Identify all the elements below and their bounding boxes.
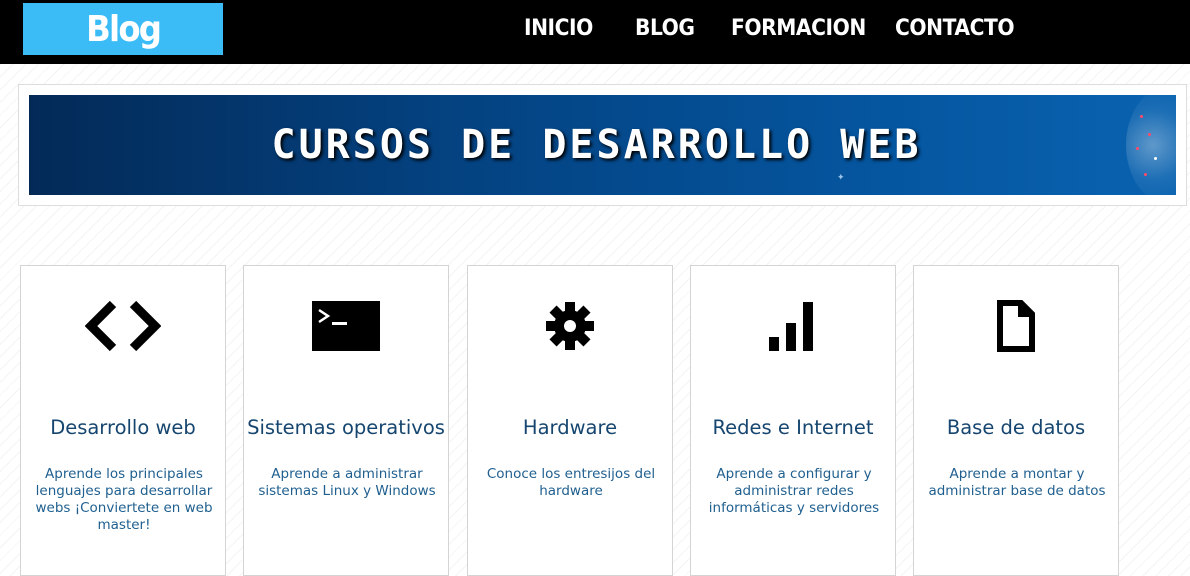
top-navigation-bar: Blog INICIO BLOG FORMACION CONTACTO: [0, 0, 1190, 64]
course-title[interactable]: Sistemas operativos: [244, 416, 448, 439]
course-title[interactable]: Hardware: [468, 416, 672, 439]
course-description: Aprende los principales lenguajes para d…: [35, 466, 213, 533]
course-card-sistemas-operativos[interactable]: Sistemas operativos Aprende a administra…: [243, 265, 449, 576]
hero-banner: ✦ CURSOS DE DESARROLLO WEB: [29, 95, 1176, 195]
course-card-desarrollo-web[interactable]: Desarrollo web Aprende los principales l…: [20, 265, 226, 576]
course-description: Conoce los entresijos del hardware: [486, 466, 656, 499]
course-title[interactable]: Base de datos: [914, 416, 1118, 439]
code-icon: [21, 296, 225, 356]
course-card-base-de-datos[interactable]: Base de datos Aprende a montar y adminis…: [913, 265, 1119, 576]
main-nav: INICIO BLOG FORMACION CONTACTO: [0, 0, 1190, 60]
signal-bars-icon: [691, 296, 895, 356]
sparkle-decoration: [1126, 95, 1176, 195]
nav-link-contacto[interactable]: CONTACTO: [895, 16, 1015, 41]
hero-title: CURSOS DE DESARROLLO WEB: [271, 122, 922, 168]
course-title[interactable]: Redes e Internet: [691, 416, 895, 439]
nav-link-formacion[interactable]: FORMACION: [731, 16, 866, 41]
course-title[interactable]: Desarrollo web: [21, 416, 225, 439]
course-description: Aprende a configurar y administrar redes…: [708, 466, 880, 516]
gear-icon: [468, 296, 672, 356]
star-decoration: ✦: [837, 173, 845, 183]
course-description: Aprende a montar y administrar base de d…: [928, 466, 1106, 499]
course-description: Aprende a administrar sistemas Linux y W…: [258, 466, 436, 499]
terminal-icon: [244, 296, 448, 356]
course-card-hardware[interactable]: Hardware Conoce los entresijos del hardw…: [467, 265, 673, 576]
course-card-redes-internet[interactable]: Redes e Internet Aprende a configurar y …: [690, 265, 896, 576]
document-icon: [914, 296, 1118, 356]
nav-link-blog[interactable]: BLOG: [635, 16, 695, 41]
nav-link-inicio[interactable]: INICIO: [524, 16, 593, 41]
hero-banner-frame: ✦ CURSOS DE DESARROLLO WEB: [18, 84, 1187, 206]
